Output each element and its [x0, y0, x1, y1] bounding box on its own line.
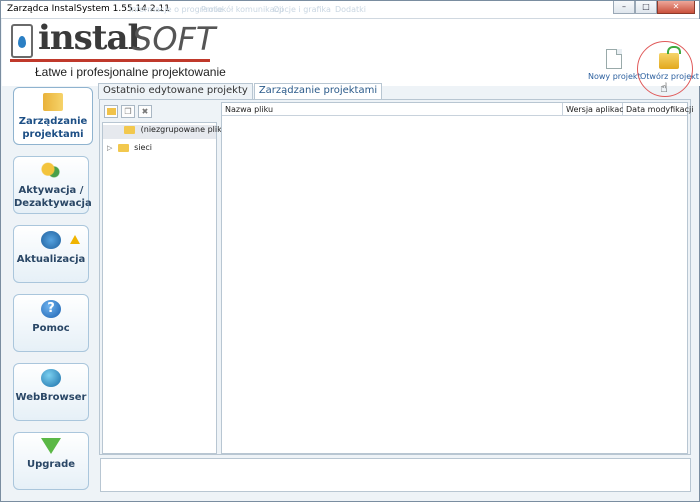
- keys-icon: [41, 162, 61, 180]
- sidebar-item-project-management[interactable]: Zarządzanie projektami: [13, 87, 93, 145]
- help-icon: ?: [41, 300, 61, 318]
- tagline: Łatwe i profesjonalne projektowanie: [35, 65, 226, 79]
- new-group-button[interactable]: [104, 105, 118, 118]
- title-bar: Zarządca InstalSystem 1.55.14.2.11 Infor…: [1, 1, 699, 19]
- arrow-down-icon: [41, 438, 61, 454]
- copy-button[interactable]: ❐: [121, 105, 135, 118]
- ghost-menu-item: Dodatki: [335, 5, 367, 14]
- folder-icon: [106, 108, 116, 115]
- sidebar-item-label: Aktywacja / Dezaktywacja: [14, 185, 92, 209]
- hand-cursor-icon: ☝: [660, 81, 668, 96]
- logo-drop-icon: [11, 24, 33, 58]
- file-list: Nazwa pliku Wersja aplikacji Data modyfi…: [221, 102, 693, 454]
- logo-instal: instal: [38, 18, 140, 58]
- tab-recent-projects[interactable]: Ostatnio edytowane projekty: [98, 83, 253, 99]
- globe-arrows-icon: [41, 231, 61, 249]
- tree-item[interactable]: ▷ sieci: [103, 143, 216, 157]
- sidebar-item-help[interactable]: ? Pomoc: [13, 294, 89, 352]
- folder-icon: [117, 143, 129, 152]
- group-tree: (niezgrupowane pliki) ▷ sieci: [102, 122, 227, 454]
- window-controls: – □ ✕: [613, 1, 695, 15]
- project-management-panel: ❐ ✖ (niezgrupowane pliki) ▷ sieci Nazwa …: [99, 99, 693, 455]
- new-document-icon: [606, 49, 623, 69]
- tree-item-label: (niezgrupowane pliki): [140, 125, 228, 134]
- sidebar-item-upgrade[interactable]: Upgrade: [13, 432, 89, 490]
- book-icon: [43, 93, 63, 111]
- globe-icon: [41, 369, 61, 387]
- tab-project-management[interactable]: Zarządzanie projektami: [253, 83, 383, 100]
- sidebar-item-label: Zarządzanie projektami: [18, 116, 88, 140]
- sidebar-item-webbrowser[interactable]: WebBrowser: [13, 363, 89, 421]
- column-header-modified-date[interactable]: Data modyfikacji: [623, 103, 693, 116]
- expand-arrow-icon[interactable]: ▷: [107, 144, 115, 152]
- sidebar-item-label: Pomoc: [32, 323, 70, 334]
- tree-item[interactable]: (niezgrupowane pliki): [103, 125, 227, 139]
- tab-bar: Ostatnio edytowane projekty Zarządzanie …: [98, 83, 383, 100]
- column-header-file-name[interactable]: Nazwa pliku: [222, 103, 563, 116]
- maximize-button[interactable]: □: [635, 1, 657, 14]
- header: instal SOFT Łatwe i profesjonalne projek…: [2, 19, 700, 86]
- close-icon: ✕: [672, 2, 680, 11]
- minimize-icon: –: [622, 2, 626, 11]
- sidebar-item-update[interactable]: Aktualizacja: [13, 225, 89, 283]
- sidebar-item-label: Aktualizacja: [16, 254, 86, 265]
- new-project-label: Nowy projekt: [588, 72, 641, 81]
- delete-icon: ✖: [141, 107, 149, 116]
- folder-icon: [124, 125, 136, 134]
- status-panel: [100, 458, 691, 492]
- warning-icon: [70, 235, 80, 244]
- logo-soft: SOFT: [132, 20, 216, 58]
- delete-button[interactable]: ✖: [138, 105, 152, 118]
- sidebar-item-activation[interactable]: Aktywacja / Dezaktywacja: [13, 156, 92, 214]
- sidebar-item-label: WebBrowser: [15, 392, 87, 403]
- ghost-menu-item: Opcje i grafika: [273, 5, 331, 14]
- sidebar-item-label: Upgrade: [26, 459, 76, 470]
- new-project-button[interactable]: Nowy projekt: [588, 49, 641, 81]
- logo-underline: [10, 59, 210, 62]
- tree-toolbar: ❐ ✖: [104, 105, 152, 119]
- app-window: Zarządca InstalSystem 1.55.14.2.11 Infor…: [0, 0, 700, 502]
- maximize-icon: □: [642, 2, 650, 11]
- column-header-app-version[interactable]: Wersja aplikacji: [563, 103, 628, 116]
- close-button[interactable]: ✕: [657, 1, 695, 14]
- ghost-menu-item: Protokół komunikacji: [201, 5, 284, 14]
- tree-item-label: sieci: [134, 143, 153, 152]
- minimize-button[interactable]: –: [613, 1, 635, 14]
- copy-icon: ❐: [124, 107, 132, 116]
